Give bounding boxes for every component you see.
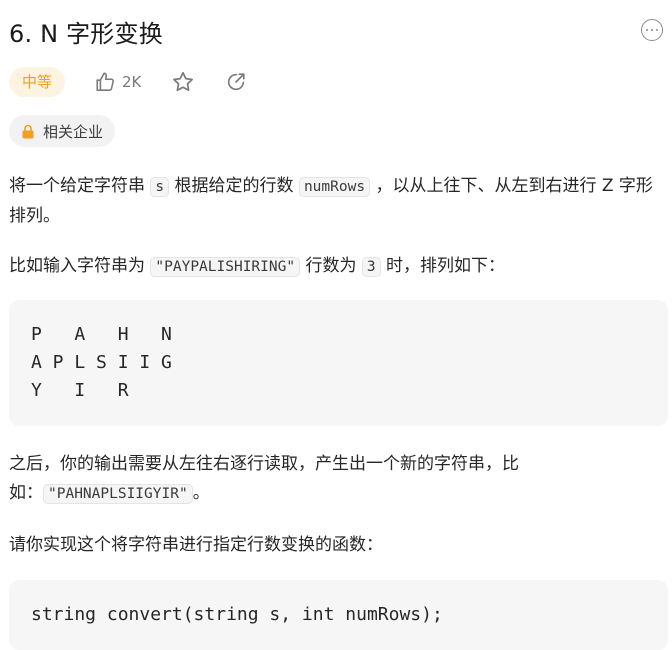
lock-icon — [21, 124, 35, 139]
inline-code-rows-value: 3 — [361, 257, 381, 277]
more-options-button[interactable] — [641, 19, 663, 41]
share-button[interactable] — [225, 71, 247, 93]
like-button[interactable]: 2K — [94, 71, 141, 93]
inline-code-output-string: "PAHNAPLSIIGYIR" — [43, 484, 193, 504]
zigzag-example-block: P A H N A P L S I I G Y I R — [9, 300, 668, 426]
inline-code-numrows: numRows — [298, 177, 371, 197]
like-count: 2K — [122, 73, 142, 91]
favorite-button[interactable] — [171, 70, 195, 94]
difficulty-badge: 中等 — [9, 67, 66, 97]
share-icon — [228, 73, 246, 91]
inline-code-input-string: "PAYPALISHIRING" — [150, 257, 301, 277]
description-paragraph-1: 将一个给定字符串 s 根据给定的行数 numRows ，以从上往下、从左到右进行… — [9, 176, 653, 226]
description-paragraph-3: 之后，你的输出需要从左往右逐行读取，产生出一个新的字符串，比如： "PAHNAPL… — [9, 454, 519, 504]
thumbs-up-icon — [96, 72, 115, 92]
related-companies-tag[interactable]: 相关企业 — [9, 115, 116, 147]
more-horizontal-icon — [645, 28, 649, 32]
star-icon — [173, 71, 194, 92]
inline-code-s: s — [150, 177, 170, 197]
function-signature-block: string convert(string s, int numRows); — [9, 580, 668, 650]
description-paragraph-2: 比如输入字符串为 "PAYPALISHIRING" 行数为 3 时，排列如下： — [9, 256, 506, 277]
problem-meta-bar: 中等 2K — [9, 66, 247, 98]
problem-title: 6. N 字形变换 — [9, 20, 163, 48]
related-companies-label: 相关企业 — [43, 122, 104, 141]
description-paragraph-4: 请你实现这个将字符串进行指定行数变换的函数： — [9, 535, 383, 555]
